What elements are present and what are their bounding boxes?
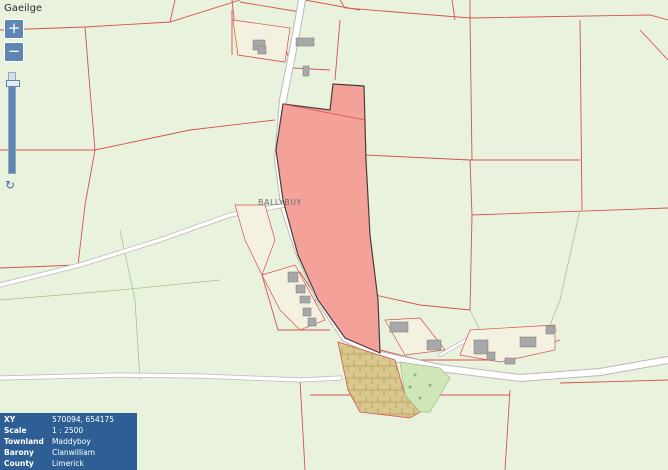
- zoom-slider-handle[interactable]: [6, 80, 20, 87]
- language-link[interactable]: Gaeilge: [4, 3, 42, 14]
- info-row: XY 570094, 654175: [4, 414, 136, 425]
- zoom-slider-fill: [9, 83, 15, 173]
- info-label: XY: [4, 415, 16, 424]
- info-value: 570094, 654175: [52, 415, 115, 424]
- zoom-slider[interactable]: [6, 72, 20, 174]
- info-value: Clanwilliam: [52, 448, 96, 457]
- info-row: Townland Maddyboy: [4, 436, 136, 447]
- info-label: Scale: [4, 426, 27, 435]
- map-base-layer: [0, 0, 668, 470]
- info-value: 1 : 2500: [52, 426, 84, 435]
- info-row: County Limerick: [4, 458, 136, 469]
- info-panel: XY 570094, 654175 Scale 1 : 2500 Townland Mad…: [0, 413, 137, 470]
- map-canvas[interactable]: Gaeilge + − ↻ BALLYBUY XY 570094, 654175 S…: [0, 0, 668, 470]
- info-value: Limerick: [52, 459, 84, 468]
- zoom-in-button[interactable]: +: [4, 19, 24, 39]
- zoom-out-button[interactable]: −: [4, 42, 24, 62]
- info-label: Townland: [4, 437, 44, 446]
- info-row: Scale 1 : 2500: [4, 425, 136, 436]
- info-label: Barony: [4, 448, 34, 457]
- info-value: Maddyboy: [52, 437, 91, 446]
- townland-label: BALLYBUY: [258, 198, 302, 207]
- info-label: County: [4, 459, 34, 468]
- info-row: Barony Clanwilliam: [4, 447, 136, 458]
- refresh-icon[interactable]: ↻: [5, 178, 15, 192]
